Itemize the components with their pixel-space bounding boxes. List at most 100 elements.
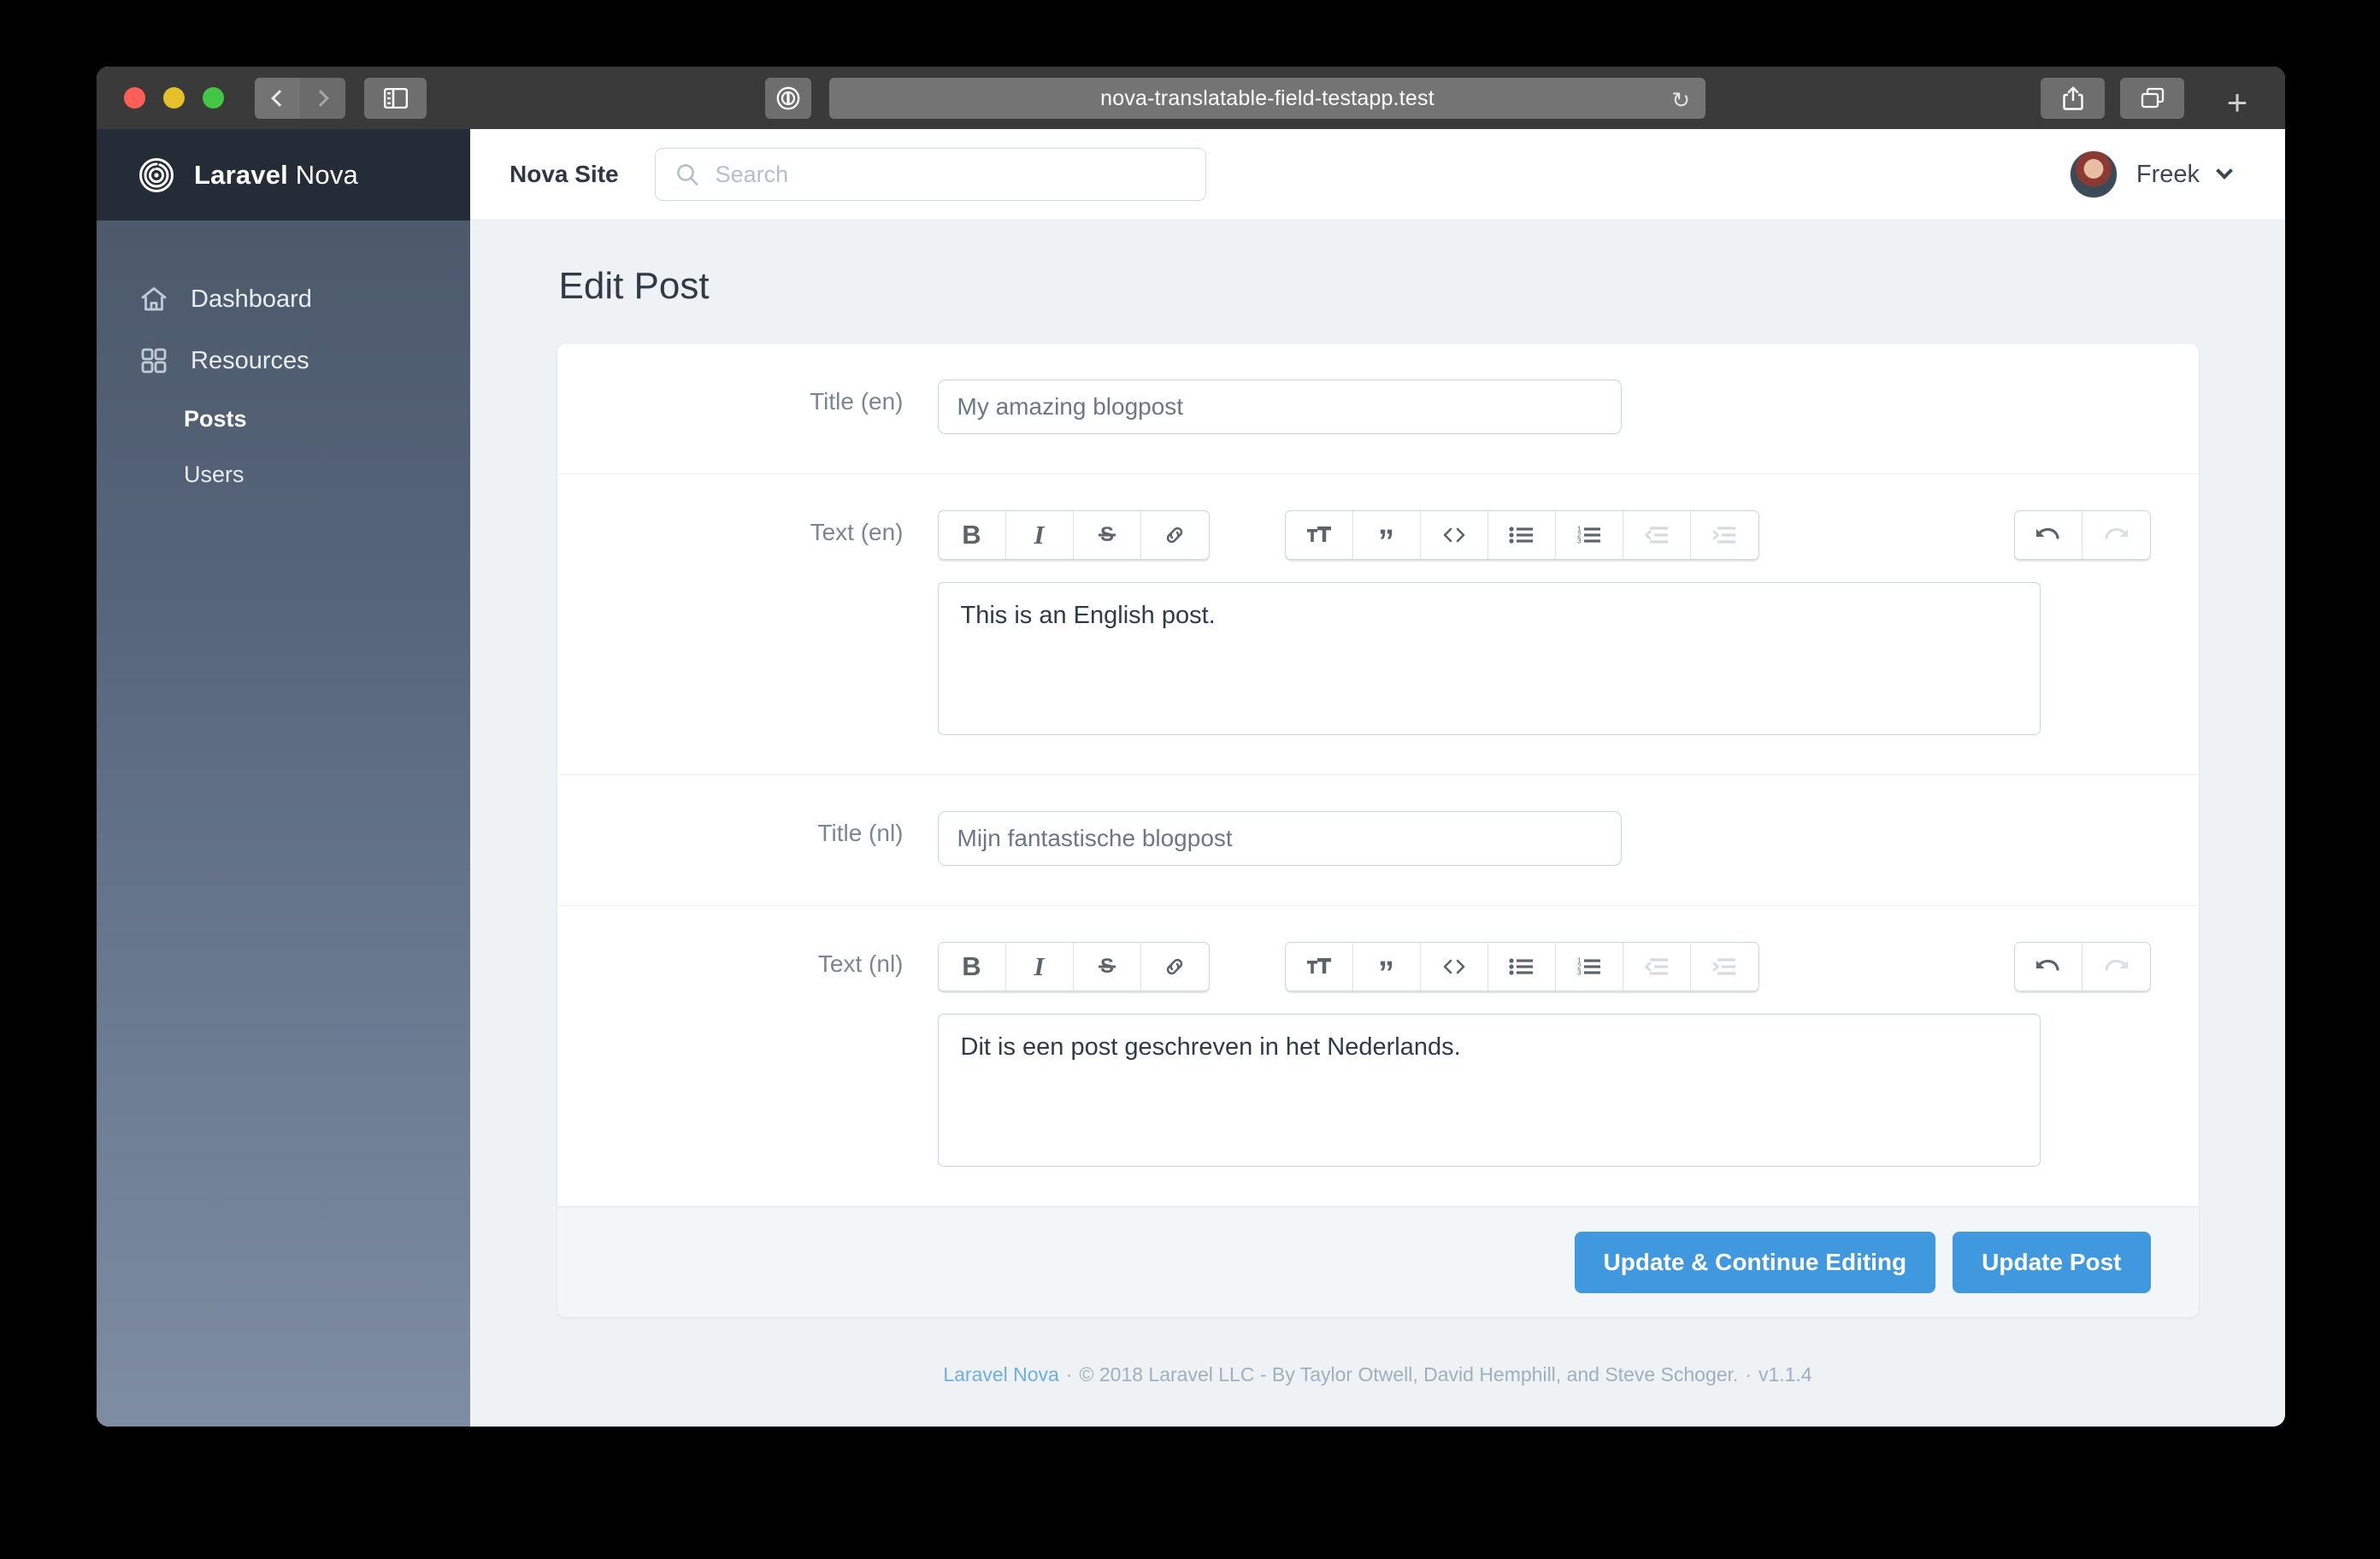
numbered-list-icon[interactable]: 123 [1555, 511, 1623, 559]
sidebar-nav: Dashboard Resources Posts Users [97, 221, 470, 503]
app-topbar: Nova Site Freek [470, 129, 2285, 221]
heading-icon[interactable] [1285, 511, 1353, 559]
sidebar-subitem-label: Users [184, 462, 244, 487]
reader-mode-icon[interactable] [765, 78, 811, 119]
code-icon[interactable] [1420, 943, 1488, 991]
minimize-window-button[interactable] [163, 87, 185, 109]
footer-version: v1.1.4 [1758, 1363, 1812, 1385]
strikethrough-icon[interactable]: S [1073, 511, 1141, 559]
brand-logo[interactable]: Laravel Nova [97, 129, 470, 221]
bullet-list-icon[interactable] [1488, 511, 1556, 559]
page-content: Edit Post Title (en) Text (en) [470, 221, 2285, 1427]
sidebar-item-users[interactable]: Users [97, 447, 470, 503]
footer-separator: · [1065, 1363, 1073, 1385]
blockquote-icon[interactable]: ” [1352, 943, 1421, 991]
numbered-list-icon[interactable]: 123 [1555, 943, 1623, 991]
outdent-icon[interactable] [1623, 511, 1691, 559]
block-group: ” 123 [1284, 510, 1759, 560]
sidebar-item-label: Dashboard [191, 285, 312, 313]
tab-overview-icon[interactable] [2120, 78, 2184, 119]
search-input[interactable] [715, 161, 1187, 188]
field-row-text-nl: Text (nl) B I S ” 1 2 3 Dit is een post … [557, 906, 2199, 1207]
field-row-text-en: Text (en) B I S ” 1 2 3 This is an Engli… [557, 474, 2199, 775]
footer-copyright: © 2018 Laravel LLC - By Taylor Otwell, D… [1079, 1363, 1739, 1385]
show-sidebar-icon[interactable] [364, 77, 427, 119]
sidebar-subitem-label: Posts [184, 406, 247, 432]
forward-icon[interactable] [300, 77, 345, 119]
field-label: Text (en) [810, 519, 904, 545]
indent-icon[interactable] [1690, 511, 1758, 559]
home-icon [139, 285, 168, 314]
format-group: B I S [937, 510, 1210, 560]
undo-icon[interactable] [2014, 511, 2082, 559]
link-icon[interactable] [1140, 943, 1209, 991]
italic-icon[interactable]: I [1005, 511, 1074, 559]
brand-text: Laravel Nova [194, 160, 358, 191]
sidebar-item-dashboard[interactable]: Dashboard [97, 268, 470, 330]
field-label: Title (en) [810, 388, 904, 415]
history-group [2013, 942, 2151, 991]
sidebar-item-label: Resources [191, 346, 309, 374]
svg-text:3: 3 [1577, 538, 1582, 545]
strikethrough-icon[interactable]: S [1073, 943, 1141, 991]
editor-toolbar-nl: B I S ” 1 2 3 [937, 942, 2151, 991]
code-icon[interactable] [1420, 511, 1488, 559]
browser-right-buttons [2041, 78, 2184, 119]
bold-icon[interactable]: B [938, 943, 1006, 991]
sidebar: Laravel Nova Dashboard Resources Posts U… [97, 129, 470, 1427]
close-window-button[interactable] [124, 87, 145, 109]
field-row-title-nl: Title (nl) [557, 775, 2199, 906]
brand-bold: Laravel [194, 159, 288, 190]
field-label: Title (nl) [817, 820, 904, 846]
bullet-list-icon[interactable] [1488, 943, 1556, 991]
field-row-title-en: Title (en) [557, 344, 2199, 474]
url-text: nova-translatable-field-testapp.test [1100, 85, 1434, 110]
window-controls [124, 87, 224, 109]
field-label: Text (nl) [817, 950, 904, 977]
svg-text:3: 3 [1577, 969, 1582, 977]
grid-icon [139, 346, 168, 375]
address-bar[interactable]: nova-translatable-field-testapp.test ↻ [829, 78, 1705, 119]
brand-light: Nova [287, 159, 358, 190]
blockquote-icon[interactable]: ” [1352, 511, 1421, 559]
share-icon[interactable] [2041, 78, 2105, 119]
chevron-down-icon[interactable] [2216, 162, 2233, 179]
indent-icon[interactable] [1690, 943, 1758, 991]
italic-icon[interactable]: I [1005, 943, 1074, 991]
outdent-icon[interactable] [1623, 943, 1691, 991]
zoom-window-button[interactable] [203, 87, 224, 109]
back-icon[interactable] [255, 77, 300, 119]
laravel-nova-link[interactable]: Laravel Nova [943, 1363, 1059, 1385]
page-title: Edit Post [558, 265, 710, 307]
update-post-button[interactable]: Update Post [1953, 1232, 2151, 1293]
reload-icon[interactable]: ↻ [1671, 87, 1690, 114]
undo-icon[interactable] [2014, 943, 2082, 991]
search-box[interactable] [654, 148, 1206, 201]
update-continue-editing-button[interactable]: Update & Continue Editing [1574, 1232, 1936, 1293]
link-icon[interactable] [1140, 511, 1209, 559]
block-group: ” 123 [1284, 942, 1759, 991]
format-group: B I S [937, 942, 1210, 991]
sidebar-item-resources[interactable]: Resources [97, 330, 470, 391]
redo-icon[interactable] [2082, 943, 2150, 991]
bold-icon[interactable]: B [938, 511, 1006, 559]
sidebar-item-posts[interactable]: Posts [97, 391, 470, 447]
avatar [2069, 150, 2118, 198]
navigation-buttons [255, 77, 345, 119]
heading-icon[interactable] [1285, 943, 1353, 991]
search-icon [675, 162, 700, 187]
text-nl-editor[interactable]: Dit is een post geschreven in het Nederl… [937, 1014, 2041, 1167]
browser-window: nova-translatable-field-testapp.test ↻ + [97, 67, 2285, 1427]
browser-titlebar: nova-translatable-field-testapp.test ↻ + [97, 67, 2285, 129]
form-actions: Update & Continue Editing Update Post [557, 1207, 2199, 1317]
redo-icon[interactable] [2082, 511, 2150, 559]
site-title: Nova Site [510, 161, 619, 187]
new-tab-button[interactable]: + [2213, 79, 2261, 126]
text-en-editor[interactable]: This is an English post. [937, 582, 2041, 735]
title-en-input[interactable] [937, 379, 1622, 434]
nova-app: Laravel Nova Dashboard Resources Posts U… [97, 129, 2285, 1427]
edit-post-card: Title (en) Text (en) B [557, 344, 2199, 1317]
user-name: Freek [2136, 160, 2200, 188]
title-nl-input[interactable] [937, 811, 1622, 866]
user-menu[interactable]: Freek [2069, 150, 2233, 198]
